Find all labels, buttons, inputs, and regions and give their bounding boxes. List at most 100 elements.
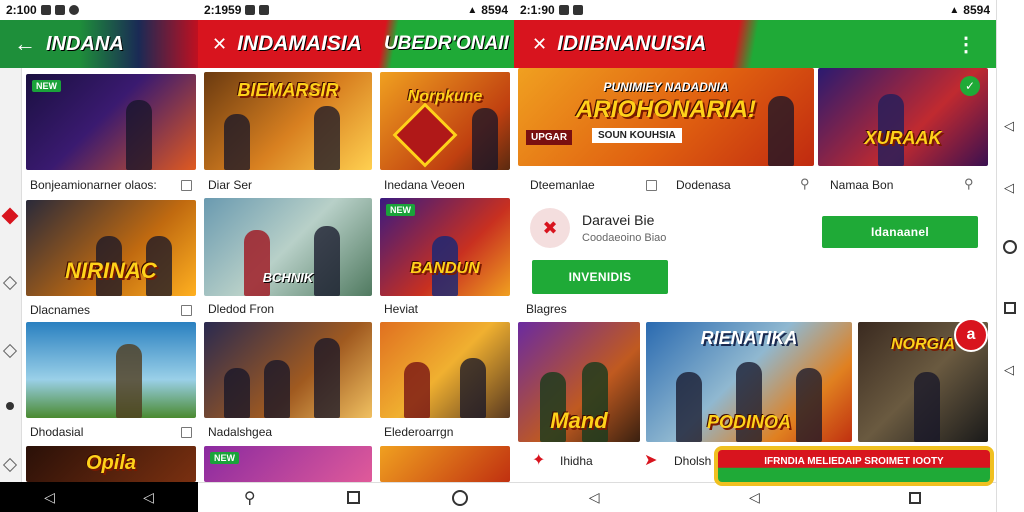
floating-action-button[interactable]: a [954,318,988,352]
character-figure [768,96,794,166]
search-icon[interactable]: ⚲ [964,176,974,192]
game-tile[interactable] [380,322,510,418]
tile-caption: Diar Ser [208,178,253,192]
tile-logo-text: BANDUN [410,260,480,277]
tile-caption: Elederoarrgn [384,425,454,439]
battery-level: 8594 [963,3,990,17]
close-icon[interactable]: ✕ [532,34,547,55]
list-icon[interactable] [181,305,192,316]
status-time: 2:100 [6,3,37,17]
character-figure [314,106,340,170]
game-tile[interactable]: NEW [26,74,196,170]
notification-icon [40,5,51,15]
tab-label[interactable]: Dodenasa [676,178,731,192]
character-figure [224,368,250,418]
tile-caption: Bonjeamionarner olaos: [30,178,157,192]
target-icon[interactable]: ✦ [532,450,545,470]
nav-home-icon[interactable] [452,489,469,506]
notification-icon [572,5,583,15]
tile-logo-text: BCHNIK [262,270,314,285]
game-tile[interactable] [26,322,196,418]
game-tile[interactable]: NEW [204,446,372,482]
nav-back-icon[interactable]: ◁ [44,489,55,506]
nav-back-icon[interactable]: ◁ [1004,362,1014,378]
list-icon[interactable] [646,180,657,191]
tile-logo-text: RIENATIKA [700,328,798,348]
overflow-menu-icon[interactable]: ⋮ [956,32,976,57]
system-nav-bar-vertical: ◁ ◁ ◁ [996,0,1024,512]
game-tile[interactable]: NIRINAC [26,200,196,296]
nav-back-icon[interactable]: ◁ [1004,118,1014,134]
game-tile[interactable]: BCHNIK [204,198,372,296]
arrow-icon[interactable]: ➤ [644,450,657,470]
tile-caption: Dledod Fron [208,302,275,316]
back-arrow-icon[interactable]: ← [14,31,36,57]
nav-home-icon[interactable] [1003,240,1017,254]
close-icon[interactable]: ✕ [212,34,227,55]
character-figure [126,100,152,170]
system-nav-bar: ◁ ◁ [0,482,198,512]
character-figure [460,358,486,418]
game-tile[interactable] [204,322,372,418]
character-figure [244,230,270,296]
character-figure [472,108,498,170]
phone-screen-right: 2:1:90 ▲ 8594 ✕ IDIIBNANUISIA ⋮ PUNIMIEY… [514,0,996,512]
banner-button[interactable]: UPGAR [526,130,573,145]
tab-label[interactable]: Dteemanlae [530,178,595,192]
game-tile[interactable]: Opila [26,446,196,482]
status-bar: 2:100 [0,0,198,20]
promo-banner[interactable]: PUNIMIEY NADADNIA ARIOHONARIA! SOUN KOUH… [518,68,814,166]
edit-icon[interactable] [2,275,18,291]
promo-action-bar[interactable]: IFRNDIA MELIEDAIP SROIMET IOOTY [714,446,994,486]
game-tile[interactable]: Mand [518,322,640,442]
status-bar: 2:1:90 ▲ 8594 [514,0,996,20]
dot-icon [6,402,14,410]
search-icon[interactable]: ⚲ [244,488,256,508]
game-tile[interactable]: BIEMARSIR [204,72,372,170]
tile-caption: Dlacnames [30,303,91,317]
install-button[interactable]: Idanaanel [822,216,978,248]
featured-game-tile[interactable]: XURAAK ✓ [818,68,988,166]
notification-icon [68,5,79,15]
nav-recents-icon[interactable] [909,491,922,504]
character-figure [314,226,340,296]
tile-logo-text: PODINOA [706,412,791,432]
search-icon[interactable]: ⚲ [800,176,810,192]
tile-caption: Ihidha [560,454,593,468]
nav-back-icon[interactable]: ◁ [143,489,154,506]
game-tile[interactable]: Norpkune [380,72,510,170]
pin-icon[interactable] [1,207,19,225]
tile-logo-text: XURAAK [864,128,942,148]
tile-logo-text: BIEMARSIR [237,80,339,100]
list-icon[interactable] [181,427,192,438]
nav-back-icon[interactable]: ◁ [749,489,760,506]
tile-caption: Inedana Veoen [384,178,465,192]
developer-subtitle: Coodaeoino Biao [582,232,667,244]
app-bar: ✕ IDIIBNANUISIA ⋮ [514,20,996,68]
banner-subline: SOUN KOUHSIA [592,128,682,143]
app-bar: ← INDANA [0,20,198,68]
nav-back-icon[interactable]: ◁ [589,489,600,506]
game-tile[interactable]: NEW BANDUN [380,198,510,296]
tile-logo-text: Norpkune [407,88,483,105]
list-icon[interactable] [181,180,192,191]
primary-action-button[interactable]: INVENIDIS [532,260,668,294]
nav-recents-icon[interactable] [1004,302,1016,314]
section-label: Blagres [526,302,567,316]
edit-icon[interactable] [2,457,18,473]
check-icon: ✓ [960,76,980,96]
tile-caption: Dhodasial [30,425,84,439]
notification-icon [259,5,270,15]
nav-recents-icon[interactable] [347,491,361,504]
nav-back-icon[interactable]: ◁ [1004,180,1014,196]
status-time: 2:1959 [204,3,242,17]
tab-label[interactable]: Namaa Bon [830,178,893,192]
wifi-icon: ▲ [949,4,960,16]
developer-avatar[interactable]: ✖ [530,208,570,248]
game-tile[interactable]: RIENATIKA PODINOA [646,322,852,442]
edit-icon[interactable] [2,343,18,359]
notification-icon [558,5,569,15]
game-tile[interactable] [380,446,510,482]
notification-icon [54,5,65,15]
character-figure [224,114,250,170]
